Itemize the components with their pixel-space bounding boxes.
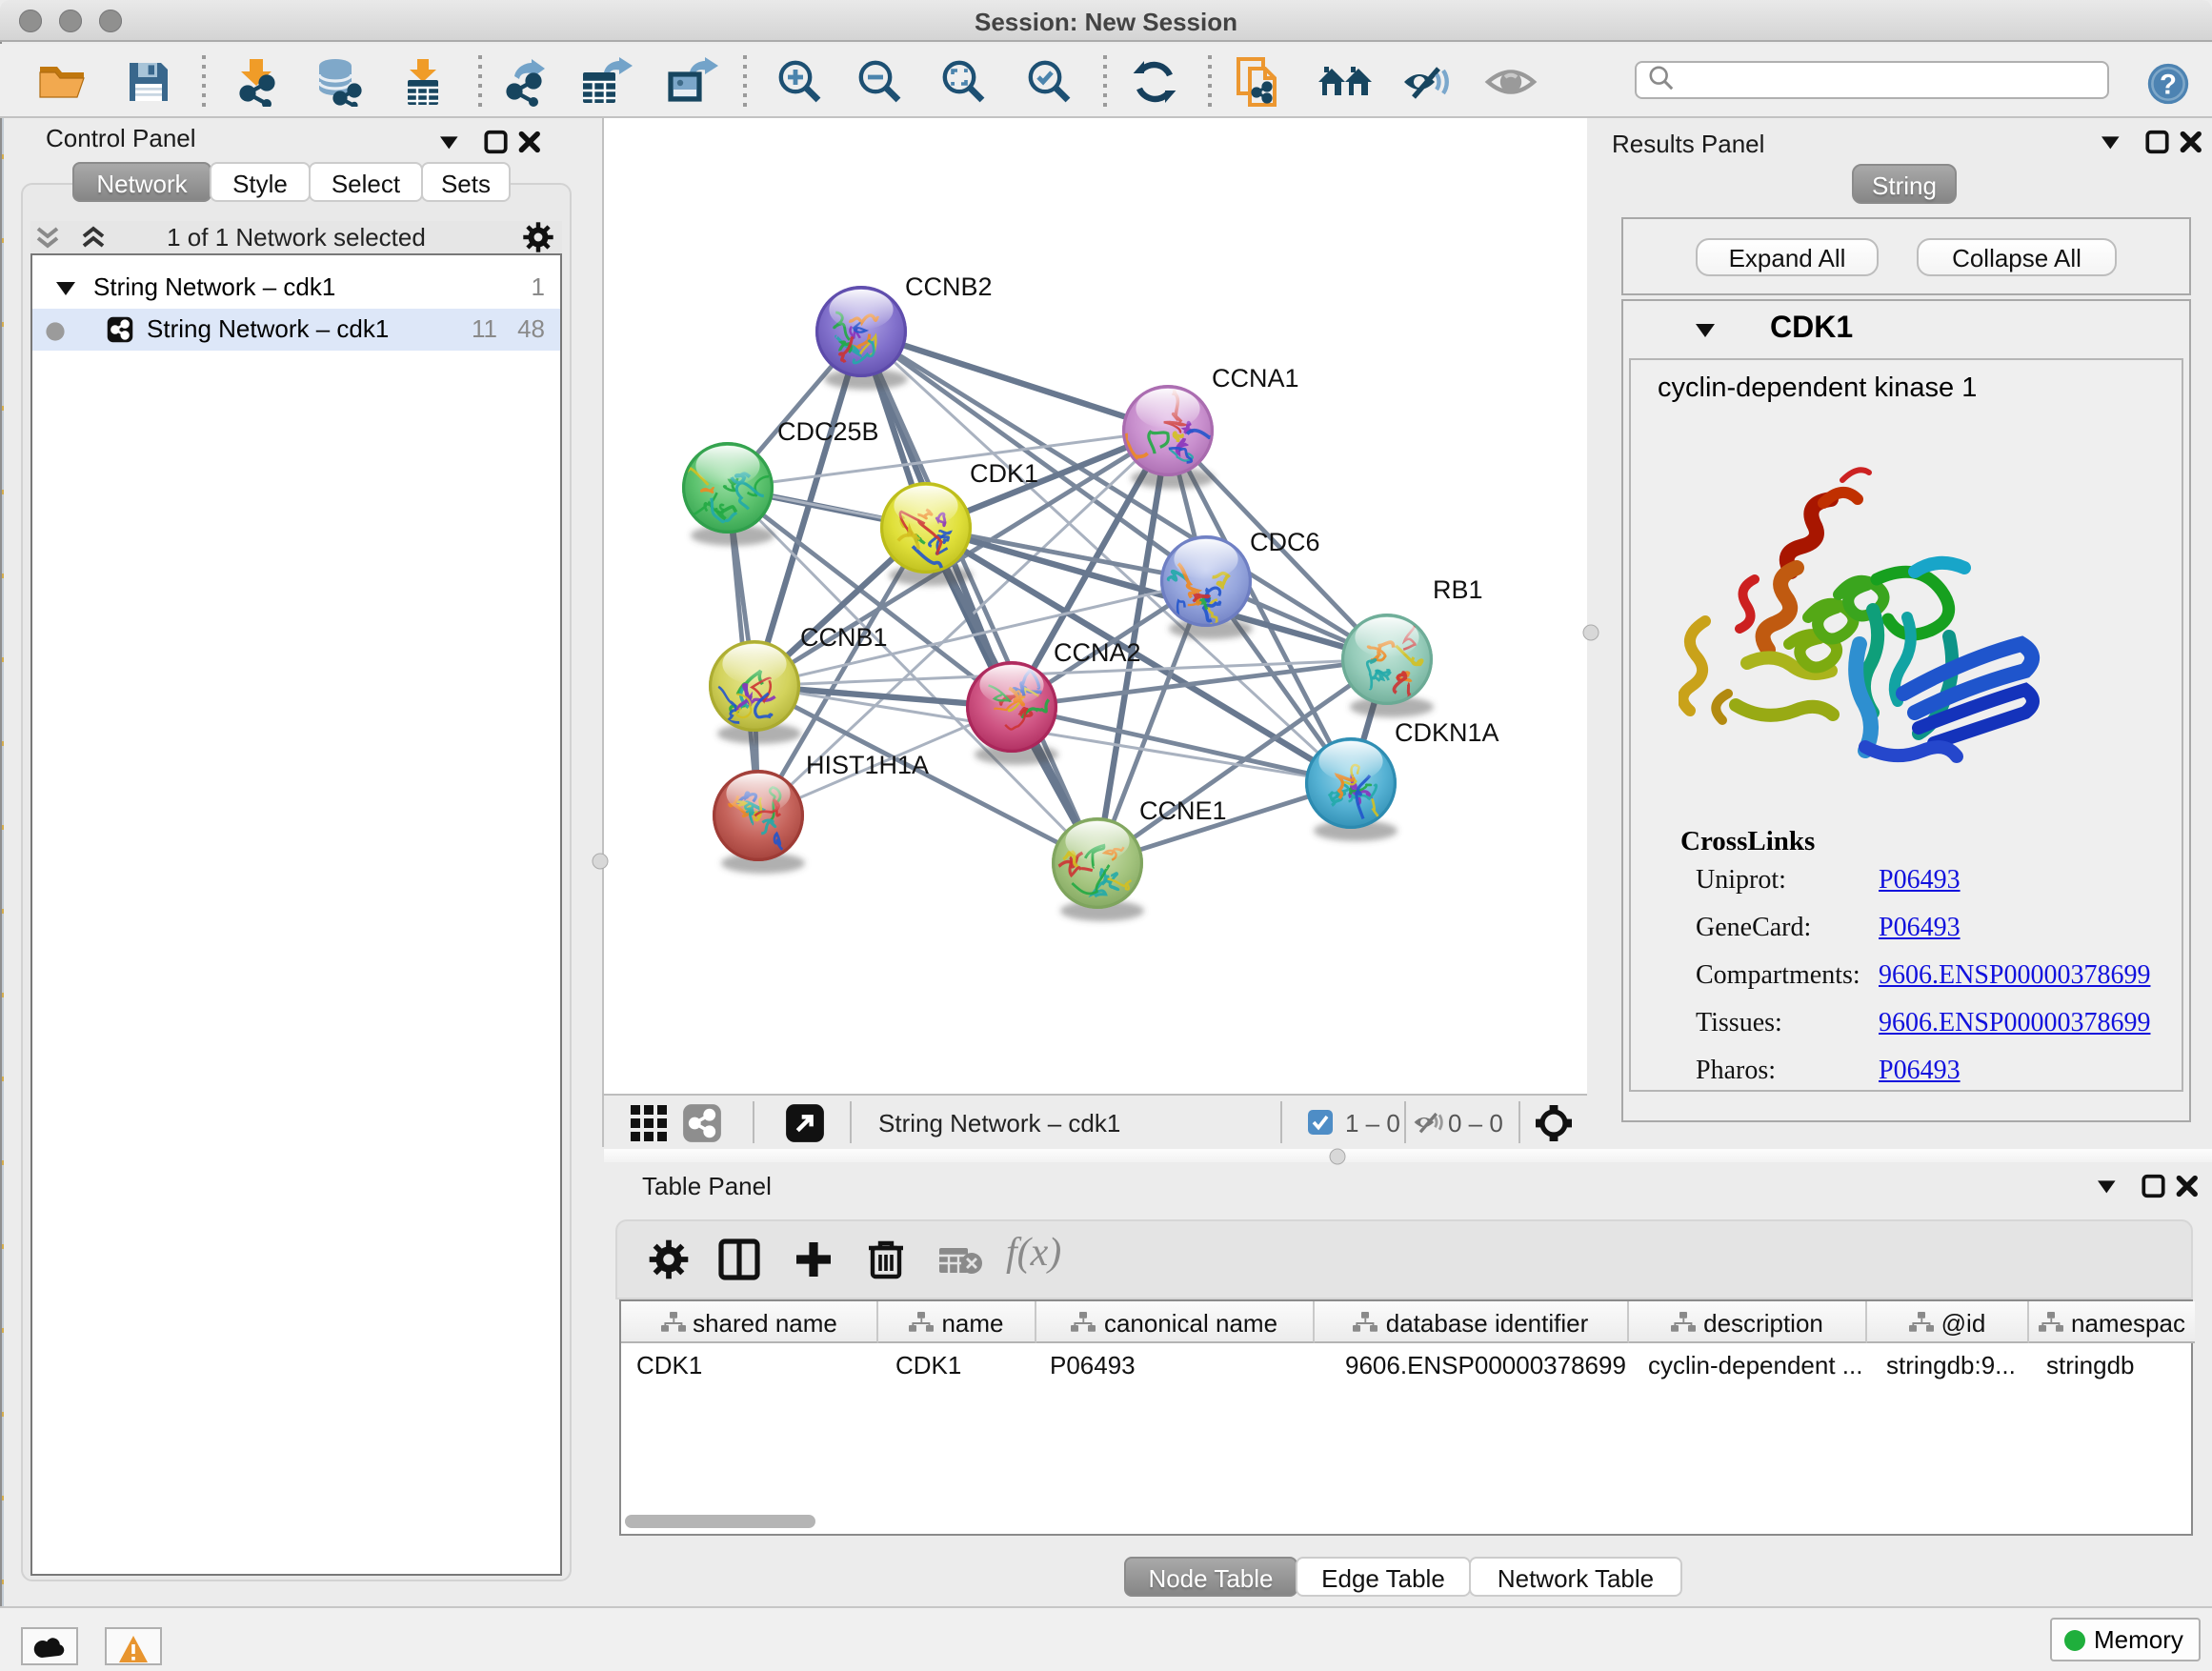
- svg-text:RB1: RB1: [1433, 575, 1483, 604]
- svg-text:CCNB2: CCNB2: [905, 272, 993, 301]
- svg-text:HIST1H1A: HIST1H1A: [806, 751, 929, 779]
- svg-text:CCNA1: CCNA1: [1212, 364, 1299, 393]
- svg-text:?: ?: [2160, 70, 2177, 101]
- svg-text:CCNA2: CCNA2: [1054, 638, 1141, 667]
- svg-text:CDKN1A: CDKN1A: [1395, 718, 1499, 747]
- svg-text:CDC6: CDC6: [1250, 528, 1320, 556]
- svg-text:CCNB1: CCNB1: [800, 623, 888, 652]
- svg-text:CDK1: CDK1: [970, 459, 1038, 488]
- svg-text:CCNE1: CCNE1: [1139, 796, 1227, 825]
- svg-text:CDC25B: CDC25B: [777, 417, 879, 446]
